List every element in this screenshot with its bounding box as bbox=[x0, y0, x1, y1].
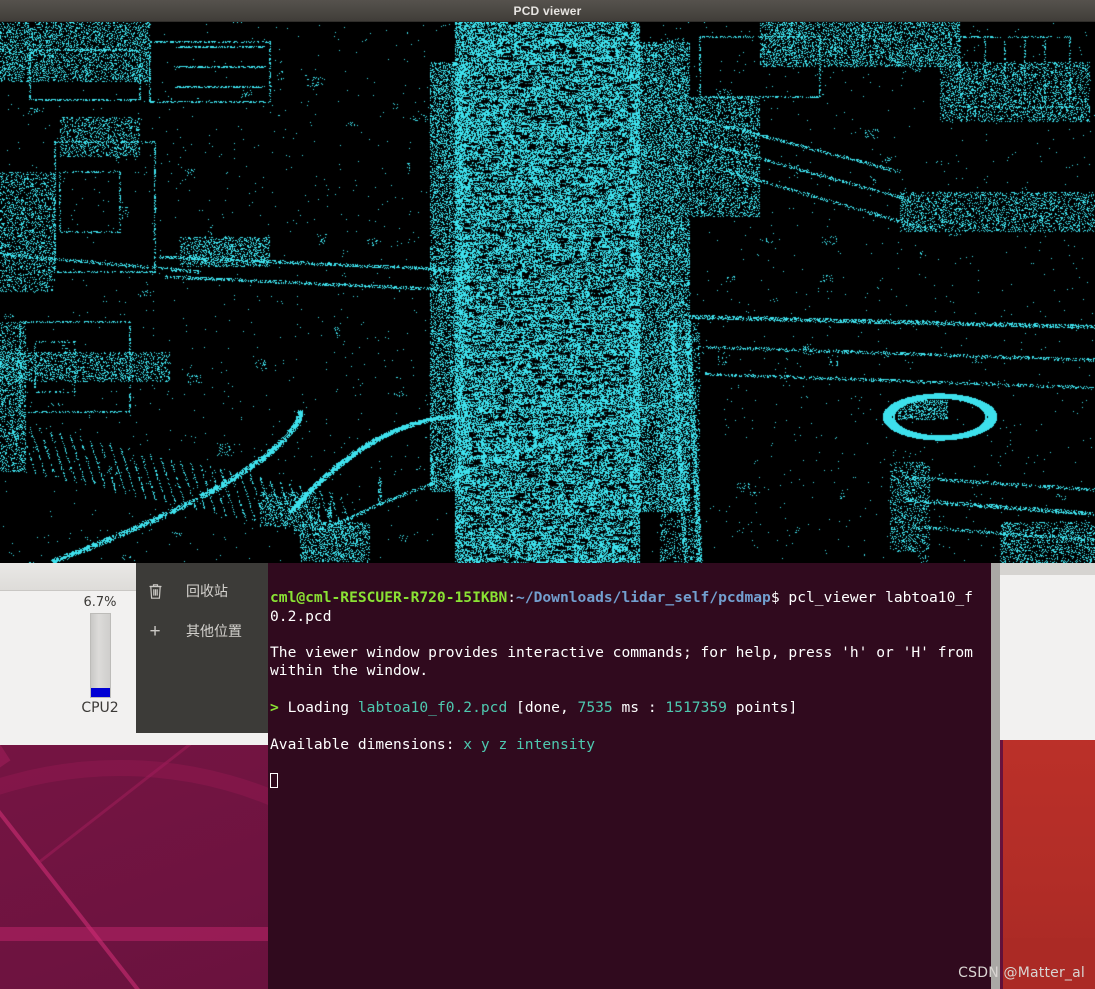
sidebar-item-trash[interactable]: 回收站 bbox=[136, 571, 268, 611]
terminal-dims-label: Available dimensions: bbox=[270, 735, 464, 753]
plus-icon: + bbox=[149, 620, 161, 642]
terminal-prompt-line: cml@cml-RESCUER-R720-15IKBN:~/Downloads/… bbox=[270, 589, 989, 626]
cpu-monitor-widget: 6.7% CPU2 bbox=[60, 595, 140, 725]
terminal-prompt-user: cml@cml-RESCUER-R720-15IKBN bbox=[270, 589, 508, 607]
cpu-usage-fill bbox=[90, 688, 110, 697]
wallpaper-red-panel-lower bbox=[1003, 938, 1095, 989]
terminal-prompt-path: ~/Downloads/lidar_self/pcdmap bbox=[516, 589, 771, 607]
watermark-text: CSDN @Matter_al bbox=[958, 965, 1085, 981]
page-title: PCD viewer bbox=[513, 3, 582, 18]
terminal-help-line: The viewer window provides interactive c… bbox=[270, 644, 989, 681]
terminal-prompt-separator: : bbox=[507, 589, 517, 607]
terminal-loading-file: labtoa10_f0.2.pcd bbox=[357, 699, 508, 717]
terminal-dims-line: Available dimensions: x y z intensity bbox=[270, 736, 989, 754]
terminal-cursor-line bbox=[270, 772, 989, 790]
terminal-dims-value: x y z intensity bbox=[463, 735, 596, 753]
terminal-loading-marker: > bbox=[270, 699, 279, 717]
desktop-root: PCD viewer 文件(F) 编辑(E) 查看(V) 搜索(S) 终端(T)… bbox=[0, 0, 1095, 989]
terminal-window[interactable]: cml@cml-RESCUER-R720-15IKBN:~/Downloads/… bbox=[268, 563, 1000, 989]
sidebar-item-other-locations-label: 其他位置 bbox=[186, 624, 242, 640]
point-cloud-render[interactable] bbox=[0, 22, 1095, 563]
cpu-usage-bar bbox=[89, 613, 111, 698]
terminal-cursor[interactable] bbox=[270, 773, 278, 789]
terminal-loading-close: points] bbox=[726, 699, 798, 717]
terminal-loading-text: Loading bbox=[278, 699, 358, 717]
cpu-name-label: CPU2 bbox=[81, 700, 119, 716]
terminal-help-text: The viewer window provides interactive c… bbox=[270, 644, 982, 680]
terminal-loading-open: [done, bbox=[507, 699, 578, 717]
sidebar-item-trash-label: 回收站 bbox=[186, 584, 228, 600]
terminal-prompt-dollar: $ bbox=[770, 589, 780, 607]
background-window-right bbox=[1000, 563, 1095, 740]
terminal-loading-ms-unit: ms : bbox=[612, 699, 666, 717]
cpu-percent-label: 6.7% bbox=[83, 595, 117, 610]
places-sidebar: 回收站 + 其他位置 bbox=[136, 563, 268, 733]
pcd-viewer-titlebar[interactable]: PCD viewer bbox=[0, 0, 1095, 22]
trash-icon bbox=[136, 583, 174, 600]
terminal-loading-line: > Loading labtoa10_f0.2.pcd [done, 7535 … bbox=[270, 699, 989, 717]
pcd-viewer-window: PCD viewer bbox=[0, 0, 1095, 563]
background-window-right-header bbox=[1000, 563, 1095, 575]
terminal-scrollbar[interactable] bbox=[991, 563, 1000, 989]
terminal-loading-ms: 7535 bbox=[577, 699, 613, 717]
terminal-loading-points: 1517359 bbox=[665, 699, 727, 717]
terminal-output[interactable]: cml@cml-RESCUER-R720-15IKBN:~/Downloads/… bbox=[268, 571, 992, 827]
sidebar-item-other-locations[interactable]: + 其他位置 bbox=[136, 611, 268, 651]
point-cloud-canvas[interactable] bbox=[0, 22, 1095, 563]
